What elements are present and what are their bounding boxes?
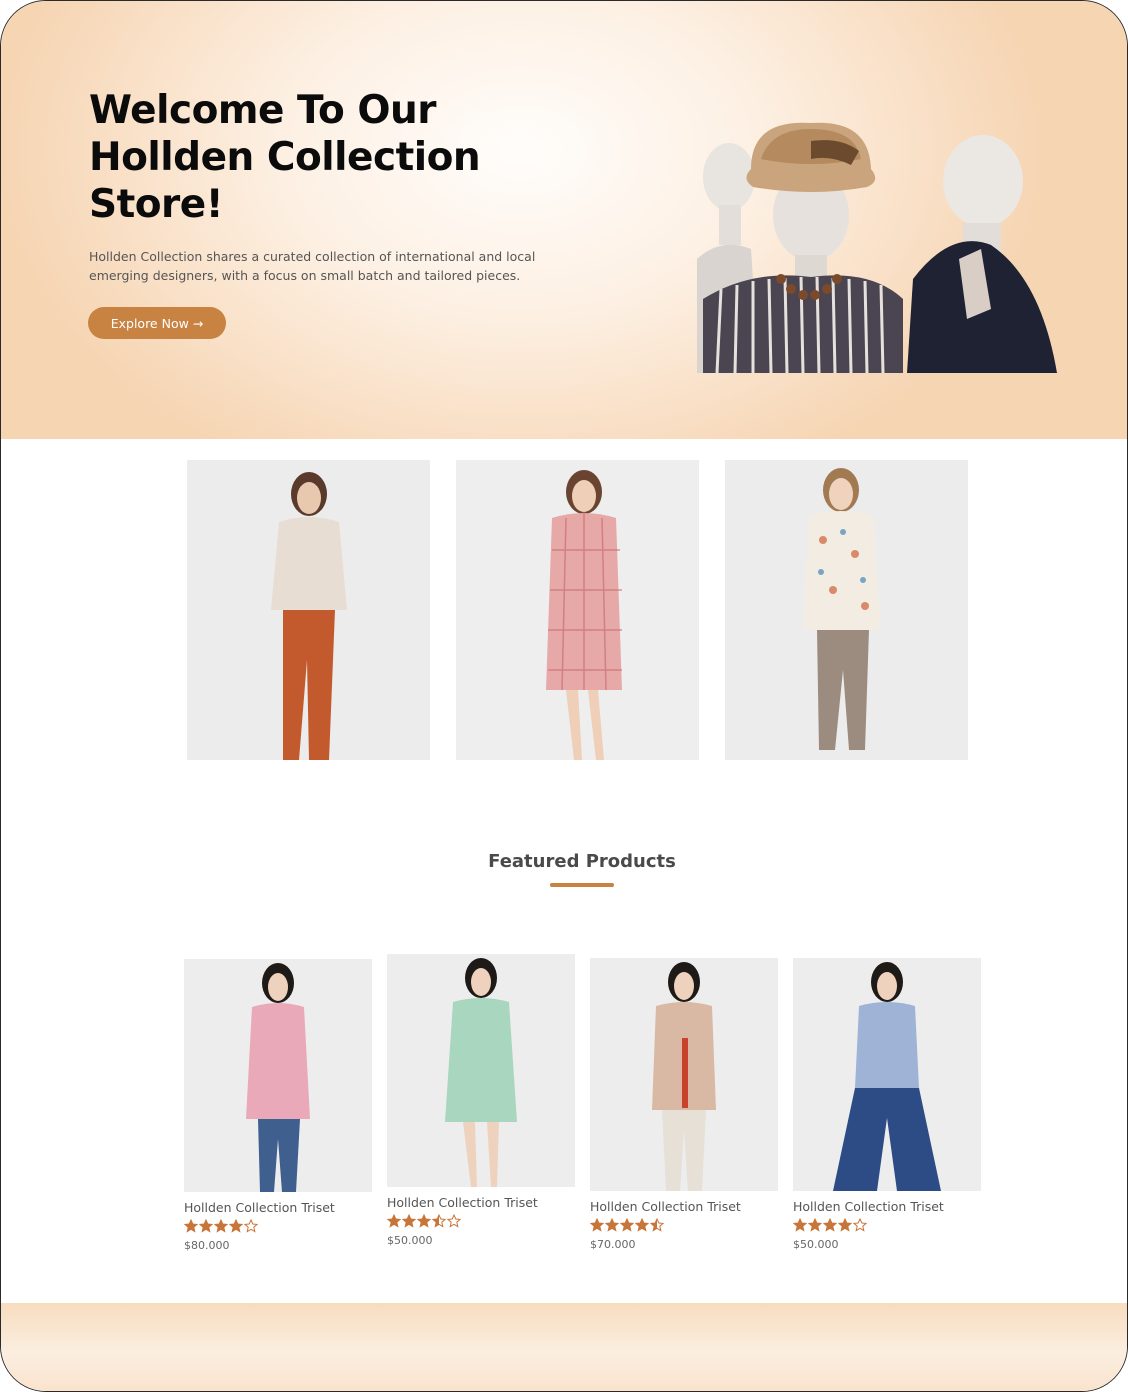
product-image[interactable] (793, 958, 981, 1191)
product-card-4[interactable]: Hollden Collection Triset $50.000 (793, 958, 981, 1251)
product-price: $50.000 (387, 1234, 433, 1247)
star-full-icon (605, 1218, 619, 1232)
product-image[interactable] (590, 958, 778, 1191)
hero-title-line-3: Store! (89, 182, 224, 227)
star-full-icon (635, 1218, 649, 1232)
mannequins-image (697, 122, 1057, 373)
star-half-icon (650, 1218, 664, 1232)
hero-title: Welcome To Our Hollden Collection Store! (89, 87, 509, 228)
product-price: $50.000 (793, 1238, 839, 1251)
model-photo (187, 460, 430, 760)
star-full-icon (387, 1214, 401, 1228)
rating-stars (184, 1219, 372, 1235)
star-empty-icon (853, 1218, 867, 1232)
hero-subtitle-line-2: emerging designers, with a focus on smal… (89, 268, 521, 283)
product-name[interactable]: Hollden Collection Triset (793, 1199, 981, 1214)
star-full-icon (793, 1218, 807, 1232)
featured-products-title: Featured Products (488, 851, 676, 872)
product-name[interactable]: Hollden Collection Triset (184, 1200, 372, 1215)
product-name[interactable]: Hollden Collection Triset (387, 1195, 575, 1210)
product-card-1[interactable]: Hollden Collection Triset $80.000 (184, 959, 372, 1252)
product-image[interactable] (387, 954, 575, 1187)
star-empty-icon (447, 1214, 461, 1228)
page-frame: Welcome To Our Hollden Collection Store!… (0, 0, 1128, 1392)
star-full-icon (620, 1218, 634, 1232)
product-image[interactable] (184, 959, 372, 1192)
star-full-icon (590, 1218, 604, 1232)
star-full-icon (199, 1219, 213, 1233)
product-card-3[interactable]: Hollden Collection Triset $70.000 (590, 958, 778, 1251)
lookbook-image-2[interactable] (456, 460, 699, 760)
model-photo (725, 460, 968, 760)
rating-stars (793, 1218, 981, 1234)
star-empty-icon (244, 1219, 258, 1233)
lookbook-image-3[interactable] (725, 460, 968, 760)
explore-now-button[interactable]: Explore Now → (88, 307, 226, 339)
star-full-icon (417, 1214, 431, 1228)
footer-band (1, 1303, 1127, 1391)
star-full-icon (838, 1218, 852, 1232)
hero-subtitle-line-1: Hollden Collection shares a curated coll… (89, 249, 536, 264)
title-underline (550, 883, 614, 887)
lookbook-image-1[interactable] (187, 460, 430, 760)
star-full-icon (184, 1219, 198, 1233)
star-full-icon (214, 1219, 228, 1233)
product-card-2[interactable]: Hollden Collection Triset $50.000 (387, 954, 575, 1247)
hero-title-line-2: Hollden Collection (89, 135, 481, 180)
hero-banner: Welcome To Our Hollden Collection Store!… (1, 1, 1127, 439)
product-price: $80.000 (184, 1239, 230, 1252)
product-name[interactable]: Hollden Collection Triset (590, 1199, 778, 1214)
star-full-icon (823, 1218, 837, 1232)
star-full-icon (402, 1214, 416, 1228)
star-full-icon (229, 1219, 243, 1233)
model-photo (456, 460, 699, 760)
product-price: $70.000 (590, 1238, 636, 1251)
star-half-icon (432, 1214, 446, 1228)
hero-subtitle: Hollden Collection shares a curated coll… (89, 247, 559, 285)
star-full-icon (808, 1218, 822, 1232)
hero-title-line-1: Welcome To Our (89, 88, 436, 133)
rating-stars (590, 1218, 778, 1234)
rating-stars (387, 1214, 575, 1230)
